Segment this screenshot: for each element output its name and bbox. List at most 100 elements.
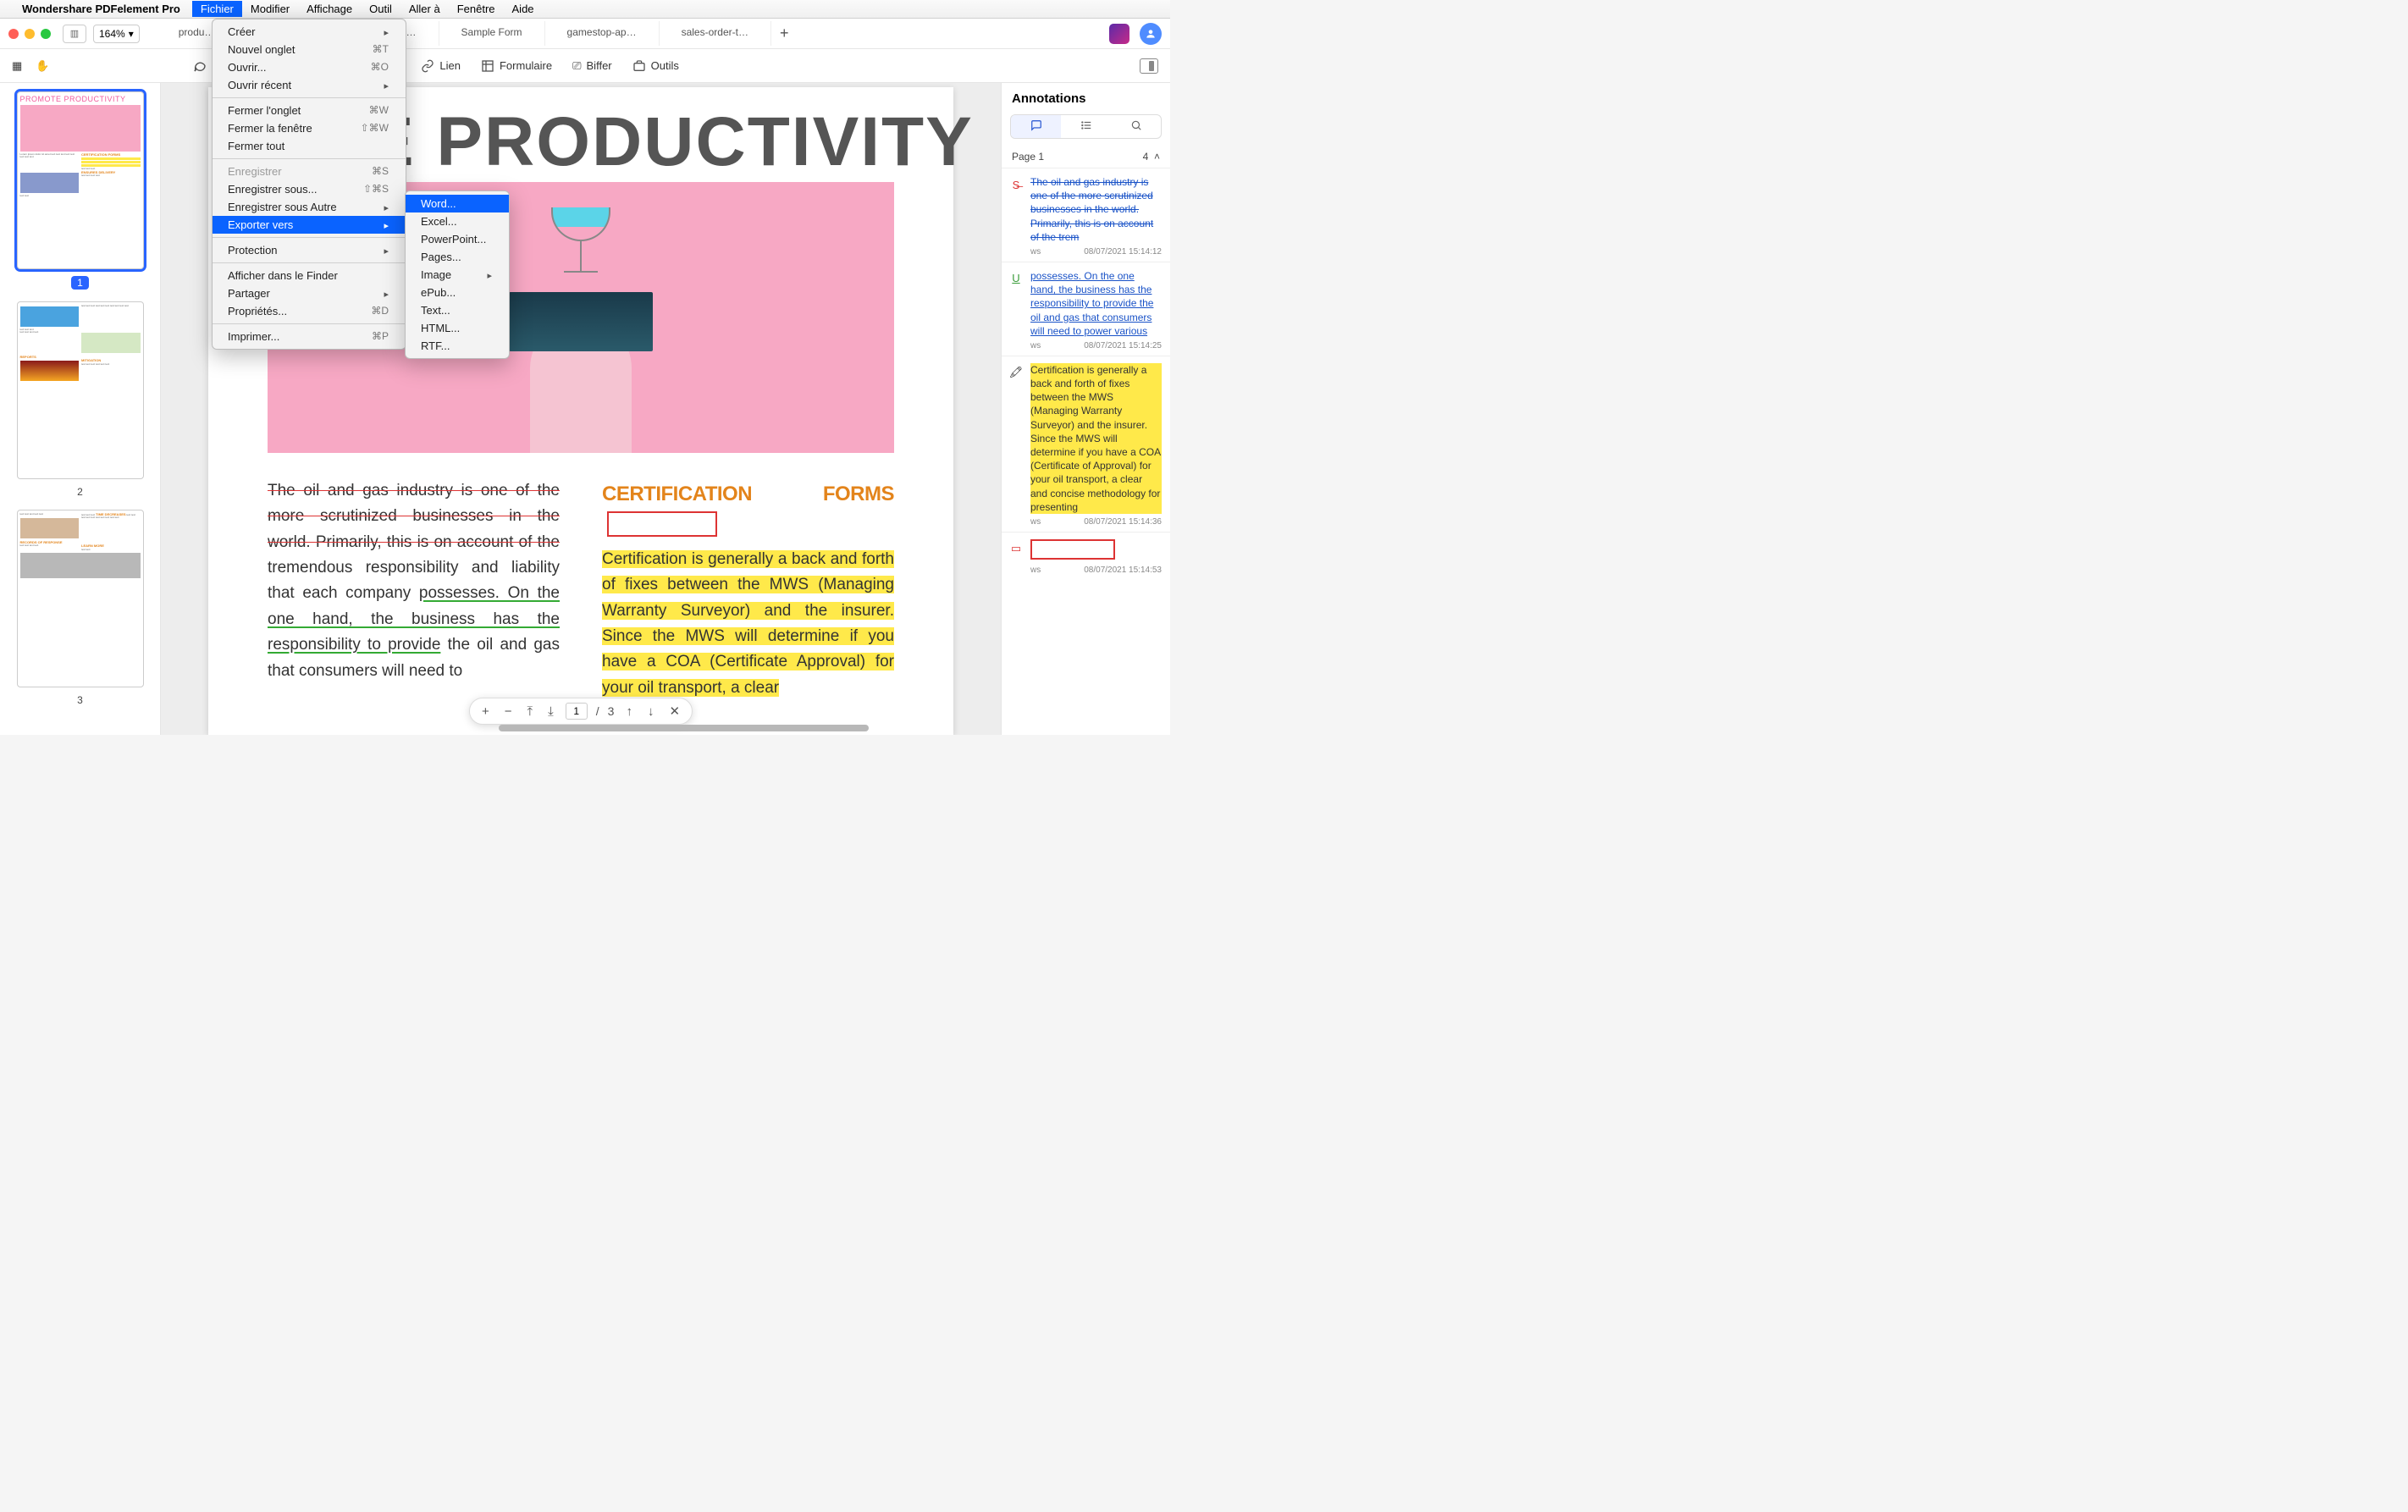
menu-item[interactable]: Ouvrir...⌘O xyxy=(213,58,406,76)
menu-aide[interactable]: Aide xyxy=(504,1,543,17)
strikeout-annotation[interactable]: The oil and gas industry is one of the m… xyxy=(268,482,560,551)
doc-tab[interactable]: sales-order-t… xyxy=(660,21,771,46)
annotation-item[interactable]: U possesses. On the one hand, the busine… xyxy=(1002,262,1170,356)
menu-item[interactable]: Fermer l'onglet⌘W xyxy=(213,102,406,119)
export-submenu-popup: Word...Excel...PowerPoint...Pages...Imag… xyxy=(405,190,510,359)
add-tab-button[interactable]: + xyxy=(771,21,798,46)
submenu-item[interactable]: Word... xyxy=(406,195,509,212)
menu-affichage[interactable]: Affichage xyxy=(298,1,361,17)
annotation-text: The oil and gas industry is one of the m… xyxy=(1030,175,1162,244)
tool-lien[interactable]: Lien xyxy=(421,59,461,73)
page-thumbnail[interactable]: text text text text texttext text text T… xyxy=(17,510,144,687)
close-window-button[interactable] xyxy=(8,29,19,39)
annotations-view-list[interactable] xyxy=(1061,115,1111,138)
menu-item[interactable]: Créer xyxy=(213,23,406,41)
rectangle-annotation[interactable] xyxy=(607,511,717,537)
chevron-down-icon: ▾ xyxy=(129,28,134,40)
menu-item[interactable]: Fermer tout xyxy=(213,137,406,155)
user-avatar[interactable] xyxy=(1140,23,1162,45)
submenu-item[interactable]: HTML... xyxy=(406,319,509,337)
menu-item: Enregistrer⌘S xyxy=(213,163,406,180)
menu-item[interactable]: Nouvel onglet⌘T xyxy=(213,41,406,58)
file-menu-popup: CréerNouvel onglet⌘TOuvrir...⌘OOuvrir ré… xyxy=(212,19,406,350)
annotations-view-segment xyxy=(1010,114,1162,139)
submenu-item[interactable]: ePub... xyxy=(406,284,509,301)
menu-item[interactable]: Exporter vers xyxy=(213,216,406,234)
submenu-item[interactable]: RTF... xyxy=(406,337,509,355)
last-page-button[interactable]: ⤓ xyxy=(544,703,557,720)
annotation-ts: 08/07/2021 15:14:25 xyxy=(1084,341,1162,350)
submenu-item[interactable]: PowerPoint... xyxy=(406,230,509,248)
tool-label: Formulaire xyxy=(500,59,552,72)
zoom-out-button[interactable]: − xyxy=(501,703,516,720)
annotations-search[interactable] xyxy=(1111,115,1161,138)
grid-view-icon[interactable]: ▦ xyxy=(12,59,22,73)
annotations-page-header[interactable]: Page 1 4 ˄ xyxy=(1002,146,1170,168)
right-panel-toggle[interactable] xyxy=(1140,58,1158,74)
menu-item[interactable]: Afficher dans le Finder xyxy=(213,267,406,284)
fullscreen-window-button[interactable] xyxy=(41,29,51,39)
menu-item[interactable]: Propriétés...⌘D xyxy=(213,302,406,320)
page-sep: / xyxy=(596,704,599,718)
prev-page-button[interactable]: ↑ xyxy=(622,703,636,720)
zoom-select[interactable]: 164% ▾ xyxy=(93,25,140,43)
list-icon xyxy=(1080,119,1092,131)
menu-aller-a[interactable]: Aller à xyxy=(400,1,449,17)
tool-outils[interactable]: Outils xyxy=(632,59,679,73)
close-navigator-button[interactable]: ✕ xyxy=(666,702,683,720)
main-area: PROMOTE PRODUCTIVITY Lorem ipsum dolor s… xyxy=(0,83,1170,735)
menu-item[interactable]: Enregistrer sous Autre xyxy=(213,198,406,216)
hand-tool-icon[interactable]: ✋ xyxy=(36,59,49,73)
annotation-icon xyxy=(193,59,207,73)
sidebar-toggle-button[interactable]: ▥ xyxy=(63,25,86,43)
annotation-ts: 08/07/2021 15:14:36 xyxy=(1084,517,1162,527)
first-page-button[interactable]: ⤒ xyxy=(523,703,536,720)
minimize-window-button[interactable] xyxy=(25,29,35,39)
menu-item[interactable]: Enregistrer sous...⇧⌘S xyxy=(213,180,406,198)
next-page-button[interactable]: ↓ xyxy=(644,703,658,720)
page-thumbnail[interactable]: PROMOTE PRODUCTIVITY Lorem ipsum dolor s… xyxy=(17,91,144,269)
menu-item[interactable]: Fermer la fenêtre⇧⌘W xyxy=(213,119,406,137)
thumbnail-panel[interactable]: PROMOTE PRODUCTIVITY Lorem ipsum dolor s… xyxy=(0,83,161,735)
tool-formulaire[interactable]: Formulaire xyxy=(481,59,552,73)
comment-icon xyxy=(1030,119,1042,131)
mac-menubar: Wondershare PDFelement Pro Fichier Modif… xyxy=(0,0,1170,19)
horizontal-scrollbar[interactable] xyxy=(169,725,992,733)
menu-fenetre[interactable]: Fenêtre xyxy=(449,1,504,17)
annotations-title: Annotations xyxy=(1002,83,1170,114)
annotation-item[interactable]: 🖍 Certification is generally a back and … xyxy=(1002,356,1170,532)
link-icon xyxy=(421,59,434,73)
thumbnail-number: 3 xyxy=(77,694,83,706)
page-number-input[interactable] xyxy=(566,703,588,720)
zoom-value: 164% xyxy=(99,28,125,40)
submenu-item[interactable]: Excel... xyxy=(406,212,509,230)
rectangle-icon: ▭ xyxy=(1008,541,1024,556)
annotation-user: ws xyxy=(1030,341,1041,350)
menu-item[interactable]: Protection xyxy=(213,241,406,259)
annotations-view-comments[interactable] xyxy=(1011,115,1061,138)
doc-tab[interactable]: gamestop-ap… xyxy=(545,21,660,46)
highlight-annotation[interactable]: Certification is generally a back and fo… xyxy=(602,550,894,697)
annotations-panel: Annotations Page 1 4 ˄ S̶ The oil and ga… xyxy=(1001,83,1170,735)
menu-item[interactable]: Ouvrir récent xyxy=(213,76,406,94)
menu-item[interactable]: Imprimer...⌘P xyxy=(213,328,406,345)
doc-tab[interactable]: Sample Form xyxy=(439,21,545,46)
annotation-item[interactable]: S̶ The oil and gas industry is one of th… xyxy=(1002,168,1170,262)
column-right: CERTIFICATION FORMS Certification is gen… xyxy=(602,478,894,701)
page-total: 3 xyxy=(608,704,615,718)
app-brand-chip[interactable] xyxy=(1109,24,1129,44)
submenu-item[interactable]: Image xyxy=(406,266,509,284)
strikeout-icon: S̶ xyxy=(1008,177,1024,192)
tool-biffer[interactable]: ⎚Biffer xyxy=(572,59,612,73)
menu-fichier[interactable]: Fichier xyxy=(192,1,242,17)
menu-item[interactable]: Partager xyxy=(213,284,406,302)
submenu-item[interactable]: Text... xyxy=(406,301,509,319)
annotation-rect-preview xyxy=(1030,539,1115,560)
tool-label: Outils xyxy=(651,59,679,72)
zoom-in-button[interactable]: + xyxy=(478,703,493,720)
page-thumbnail[interactable]: text text texttext text text text text t… xyxy=(17,301,144,479)
annotation-item[interactable]: ▭ ws08/07/2021 15:14:53 xyxy=(1002,532,1170,580)
submenu-item[interactable]: Pages... xyxy=(406,248,509,266)
menu-modifier[interactable]: Modifier xyxy=(242,1,298,17)
menu-outil[interactable]: Outil xyxy=(361,1,400,17)
